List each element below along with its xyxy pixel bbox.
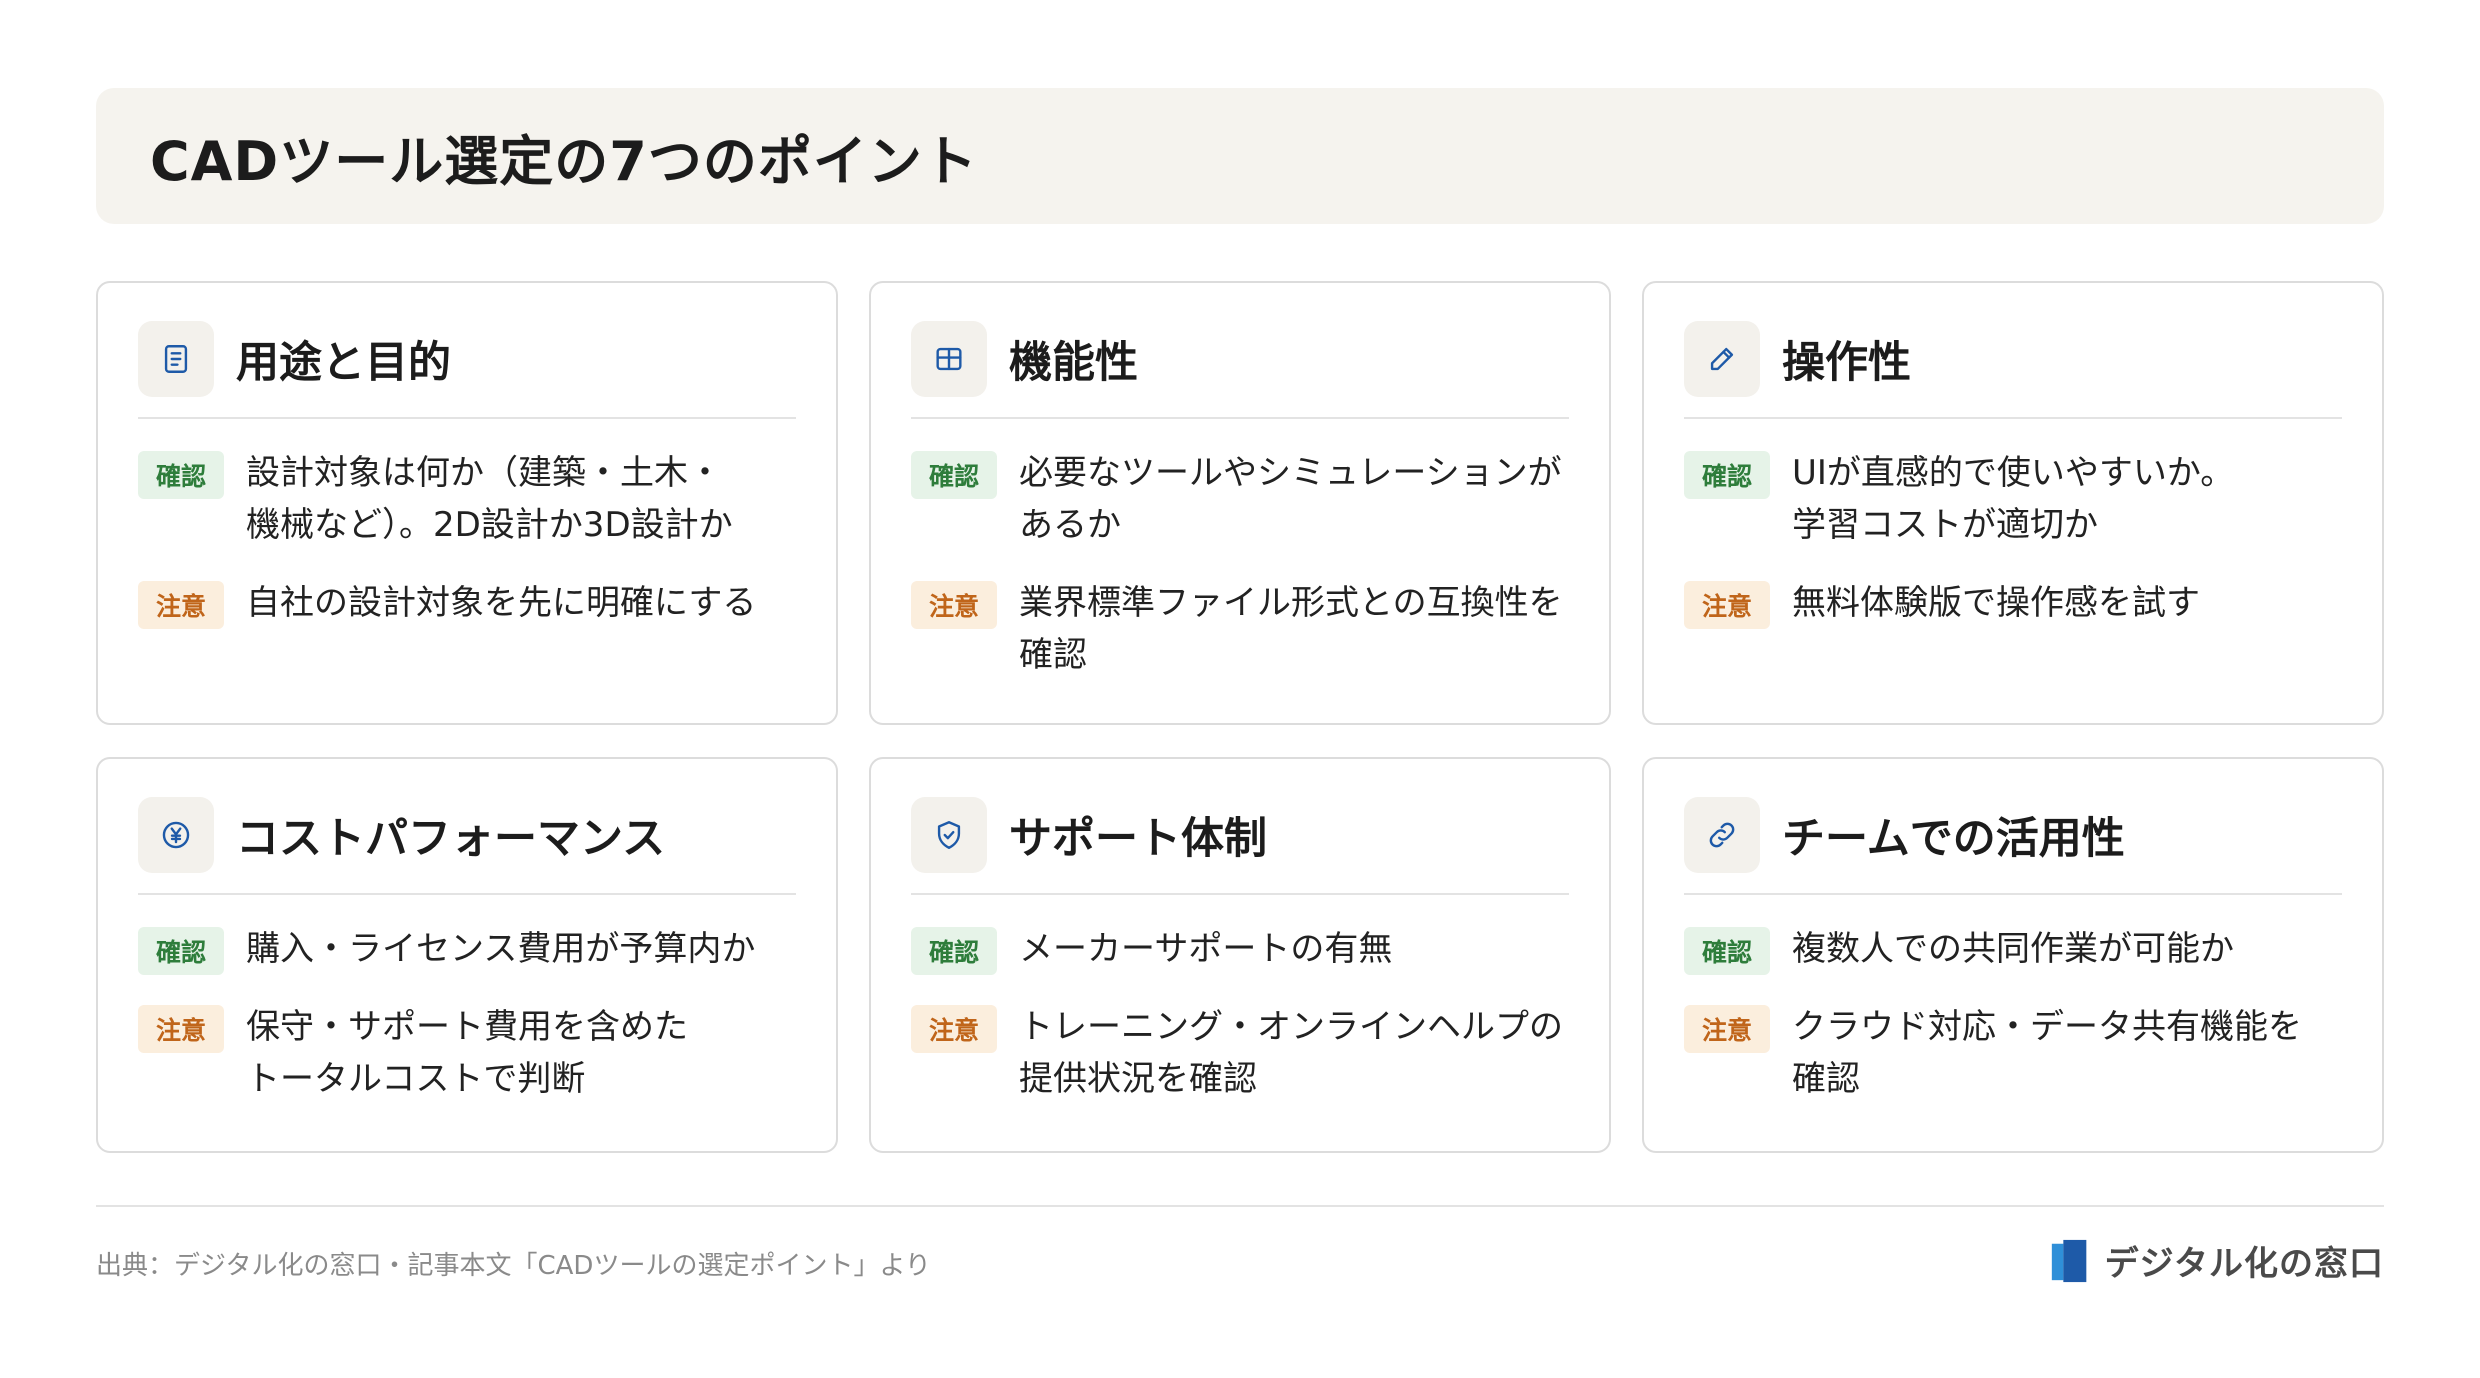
warn-badge: 注意 (1684, 581, 1770, 629)
header-banner: CADツール選定の7つのポイント (96, 88, 2384, 224)
warn-row: 注意 無料体験版で操作感を試す (1684, 577, 2342, 629)
warn-badge: 注意 (1684, 1005, 1770, 1053)
brand-logo: デジタル化の窓口 (2051, 1236, 2384, 1285)
point-card-team: チームでの活用性 確認 複数人での共同作業が可能か 注意 クラウド対応・データ共… (1642, 757, 2384, 1153)
check-text: UIが直感的で使いやすいか。 学習コストが適切か (1792, 453, 2235, 545)
warn-row: 注意 クラウド対応・データ共有機能を 確認 (1684, 1001, 2342, 1105)
warn-row: 注意 自社の設計対象を先に明確にする (138, 577, 796, 629)
warn-text: トレーニング・オンラインヘルプの 提供状況を確認 (1019, 1007, 1563, 1099)
source-note: 出典：デジタル化の窓口・記事本文「CADツールの選定ポイント」より (96, 1251, 931, 1281)
check-row: 確認 購入・ライセンス費用が予算内か (138, 923, 796, 975)
warn-row: 注意 業界標準ファイル形式との互換性を 確認 (911, 577, 1569, 681)
check-badge: 確認 (138, 927, 224, 975)
check-badge: 確認 (911, 927, 997, 975)
warn-badge: 注意 (138, 1005, 224, 1053)
brand-mark-icon (2051, 1239, 2087, 1282)
warn-row: 注意 保守・サポート費用を含めた トータルコストで判断 (138, 1001, 796, 1105)
card-title: コストパフォーマンス (236, 814, 666, 864)
yen-icon (138, 797, 214, 873)
card-header: コストパフォーマンス (138, 797, 796, 873)
warn-row: 注意 トレーニング・オンラインヘルプの 提供状況を確認 (911, 1001, 1569, 1105)
check-text: 購入・ライセンス費用が予算内か (246, 929, 756, 969)
warn-text: 自社の設計対象を先に明確にする (246, 583, 757, 623)
card-header: 機能性 (911, 321, 1569, 397)
warn-badge: 注意 (911, 581, 997, 629)
card-divider (1684, 893, 2342, 895)
check-text: 設計対象は何か（建築・土木・ 機械など）。2D設計か3D設計か (246, 453, 733, 545)
warn-text: 保守・サポート費用を含めた トータルコストで判断 (246, 1007, 688, 1099)
check-text: メーカーサポートの有無 (1019, 929, 1393, 969)
check-row: 確認 UIが直感的で使いやすいか。 学習コストが適切か (1684, 447, 2342, 551)
check-text: 必要なツールやシミュレーションが あるか (1019, 453, 1562, 545)
brand-name: デジタル化の窓口 (2104, 1244, 2384, 1284)
check-badge: 確認 (138, 451, 224, 499)
footer-divider (96, 1205, 2384, 1207)
warn-badge: 注意 (138, 581, 224, 629)
point-card-usage: 用途と目的 確認 設計対象は何か（建築・土木・ 機械など）。2D設計か3D設計か… (96, 281, 838, 725)
card-divider (138, 417, 796, 419)
shield-check-icon (911, 797, 987, 873)
card-title: サポート体制 (1009, 814, 1267, 864)
card-title: チームでの活用性 (1782, 814, 2125, 864)
check-text: 複数人での共同作業が可能か (1792, 929, 2234, 969)
check-badge: 確認 (1684, 451, 1770, 499)
point-card-cost: コストパフォーマンス 確認 購入・ライセンス費用が予算内か 注意 保守・サポート… (96, 757, 838, 1153)
card-header: 操作性 (1684, 321, 2342, 397)
link-icon (1684, 797, 1760, 873)
card-title: 用途と目的 (236, 338, 451, 388)
warn-text: 無料体験版で操作感を試す (1792, 583, 2200, 623)
card-divider (1684, 417, 2342, 419)
card-header: サポート体制 (911, 797, 1569, 873)
card-divider (138, 893, 796, 895)
document-icon (138, 321, 214, 397)
point-card-support: サポート体制 確認 メーカーサポートの有無 注意 トレーニング・オンラインヘルプ… (869, 757, 1611, 1153)
card-title: 操作性 (1782, 338, 1911, 388)
card-header: 用途と目的 (138, 321, 796, 397)
check-badge: 確認 (1684, 927, 1770, 975)
card-header: チームでの活用性 (1684, 797, 2342, 873)
point-card-functionality: 機能性 確認 必要なツールやシミュレーションが あるか 注意 業界標準ファイル形… (869, 281, 1611, 725)
warn-badge: 注意 (911, 1005, 997, 1053)
table-icon (911, 321, 987, 397)
card-divider (911, 893, 1569, 895)
card-divider (911, 417, 1569, 419)
check-row: 確認 メーカーサポートの有無 (911, 923, 1569, 975)
pencil-icon (1684, 321, 1760, 397)
check-row: 確認 必要なツールやシミュレーションが あるか (911, 447, 1569, 551)
point-card-usability: 操作性 確認 UIが直感的で使いやすいか。 学習コストが適切か 注意 無料体験版… (1642, 281, 2384, 725)
page-title: CADツール選定の7つのポイント (150, 129, 978, 193)
check-row: 確認 複数人での共同作業が可能か (1684, 923, 2342, 975)
check-row: 確認 設計対象は何か（建築・土木・ 機械など）。2D設計か3D設計か (138, 447, 796, 551)
warn-text: クラウド対応・データ共有機能を 確認 (1792, 1007, 2302, 1099)
card-title: 機能性 (1009, 338, 1138, 388)
check-badge: 確認 (911, 451, 997, 499)
warn-text: 業界標準ファイル形式との互換性を 確認 (1019, 583, 1563, 675)
points-grid: 用途と目的 確認 設計対象は何か（建築・土木・ 機械など）。2D設計か3D設計か… (96, 281, 2384, 1153)
